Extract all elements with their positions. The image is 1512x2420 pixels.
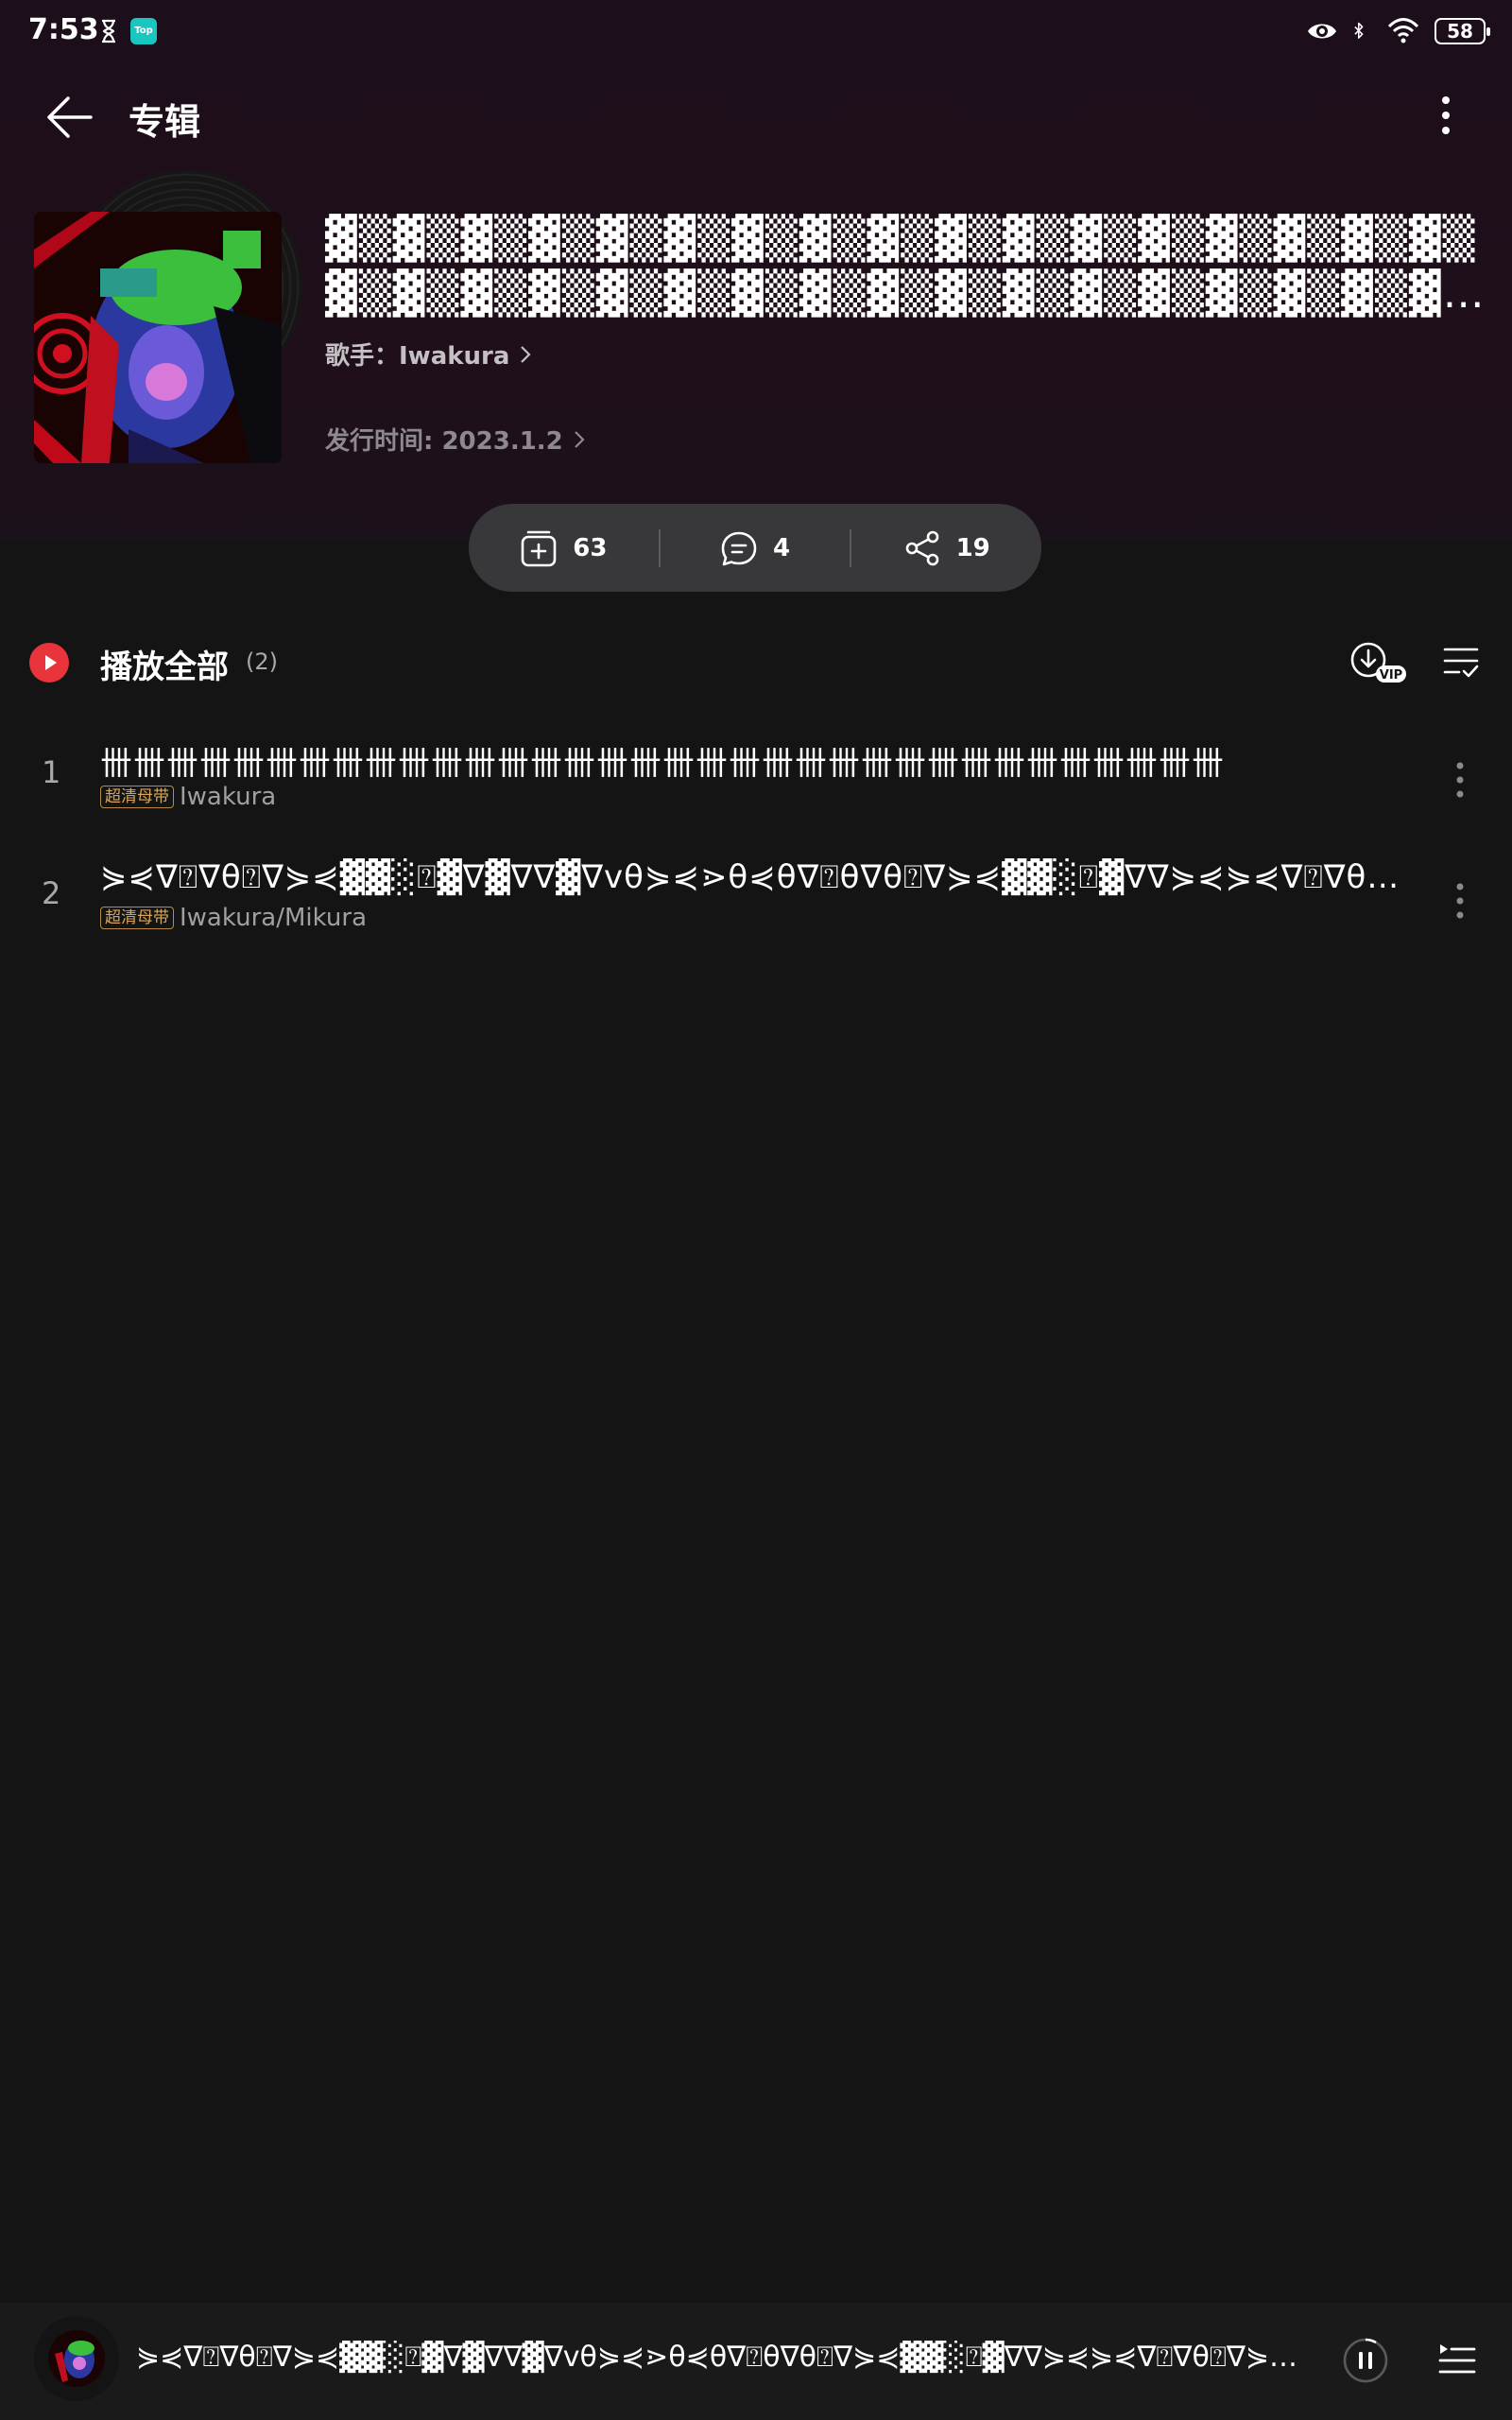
collect-count: 63 xyxy=(573,533,608,562)
track-count: (2) xyxy=(246,648,278,675)
status-icons: 58 xyxy=(1306,15,1490,47)
playlist-queue-icon[interactable] xyxy=(1436,2341,1476,2380)
top-app-icon: Top xyxy=(130,18,157,44)
album-artist: 歌手：Iwakura xyxy=(325,342,510,371)
page-title: 专辑 xyxy=(129,101,201,143)
track-title: 卌卌卌卌卌卌卌卌卌卌卌卌卌卌卌卌卌卌卌卌卌卌卌卌卌卌卌卌卌卌卌卌卌卌 xyxy=(100,745,1225,783)
status-bar: 7:53 Top 58 xyxy=(0,0,1512,62)
track-title: ⋟⋞∇⍰∇θ⍰∇⋟⋞▓▓░⍰▓∇▓∇∇▓∇vθ⋟⋞⋗θ⋞θ∇⍰θ∇θ⍰∇⋟⋞▓▓… xyxy=(100,858,1404,896)
release-date-link[interactable]: 发行时间: 2023.1.2 xyxy=(325,422,586,457)
hourglass-icon xyxy=(102,19,115,43)
album-cover-art xyxy=(34,212,282,463)
eye-icon xyxy=(1308,24,1336,39)
comment-icon xyxy=(721,531,757,565)
comment-count: 4 xyxy=(772,533,791,562)
battery-indicator: 58 xyxy=(1435,18,1490,44)
quality-badge: 超清母带 xyxy=(100,786,174,808)
more-options-icon[interactable] xyxy=(1427,91,1465,144)
track-meta: 超清母带 Iwakura xyxy=(100,783,276,811)
chevron-right-icon xyxy=(574,430,585,448)
album-title: ▓▒▓▒▓▒▓▒▓▒▓▒▓▒▓▒▓▒▓▒▓▒▓▒▓▒▓▒▓▒▓▒▓▒▓▒▓▒▓▒… xyxy=(325,215,1477,318)
status-time: 7:53 xyxy=(28,13,99,46)
play-all-row: 播放全部 (2) VIP xyxy=(0,631,1512,692)
play-all-button[interactable]: 播放全部 xyxy=(100,641,229,687)
add-to-collection-icon xyxy=(521,530,557,566)
album-artist-link[interactable]: 歌手：Iwakura xyxy=(325,337,532,372)
download-vip-icon[interactable]: VIP xyxy=(1349,639,1408,684)
share-icon xyxy=(905,530,938,565)
play-all-icon[interactable] xyxy=(29,643,69,683)
vip-badge: VIP xyxy=(1380,668,1402,683)
track-row[interactable]: 2 ⋟⋞∇⍰∇θ⍰∇⋟⋞▓▓░⍰▓∇▓∇∇▓∇vθ⋟⋞⋗θ⋞θ∇⍰θ∇θ⍰∇⋟⋞… xyxy=(0,849,1512,962)
chevron-right-icon xyxy=(521,345,531,363)
track-more-icon[interactable] xyxy=(1446,877,1474,925)
bluetooth-icon xyxy=(1354,22,1364,39)
track-artist: Iwakura/Mikura xyxy=(180,904,367,932)
mini-cover-art xyxy=(34,2316,119,2401)
pause-icon[interactable] xyxy=(1342,2337,1389,2384)
collect-button[interactable]: 63 xyxy=(469,529,659,567)
back-arrow-icon[interactable] xyxy=(43,91,96,144)
quality-badge: 超清母带 xyxy=(100,907,174,929)
share-count: 19 xyxy=(955,533,990,562)
track-row[interactable]: 1 卌卌卌卌卌卌卌卌卌卌卌卌卌卌卌卌卌卌卌卌卌卌卌卌卌卌卌卌卌卌卌卌卌卌 超清母… xyxy=(0,728,1512,841)
share-button[interactable]: 19 xyxy=(851,529,1041,567)
multi-select-icon[interactable] xyxy=(1442,643,1480,681)
now-playing-title: ⋟⋞∇⍰∇θ⍰∇⋟⋞▓▓░⍰▓∇▓∇∇▓∇vθ⋟⋞⋗θ⋞θ∇⍰θ∇θ⍰∇⋟⋞▓▓… xyxy=(136,2341,1298,2374)
track-number: 1 xyxy=(42,754,61,790)
mini-player-cover[interactable] xyxy=(34,2316,119,2401)
wifi-icon xyxy=(1387,18,1419,43)
track-more-icon[interactable] xyxy=(1446,756,1474,804)
mini-player[interactable]: ⋟⋞∇⍰∇θ⍰∇⋟⋞▓▓░⍰▓∇▓∇∇▓∇vθ⋟⋞⋗θ⋞θ∇⍰θ∇θ⍰∇⋟⋞▓▓… xyxy=(0,2303,1512,2420)
comments-button[interactable]: 4 xyxy=(661,529,850,567)
album-cover[interactable] xyxy=(34,212,282,463)
track-artist: Iwakura xyxy=(180,783,277,811)
track-meta: 超清母带 Iwakura/Mikura xyxy=(100,904,367,932)
track-number: 2 xyxy=(42,875,61,911)
release-date: 发行时间: 2023.1.2 xyxy=(325,427,563,456)
album-actions-bar: 63 4 19 xyxy=(469,504,1041,592)
